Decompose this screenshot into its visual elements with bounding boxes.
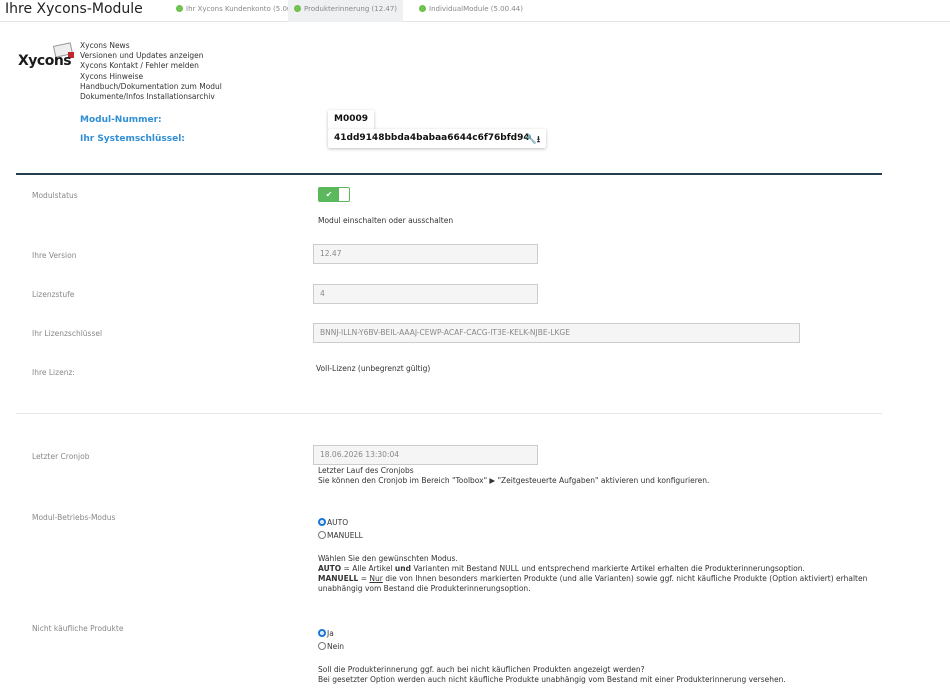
logo-text: Xycons [18,53,72,69]
radio-selected-icon[interactable] [318,629,326,637]
mode-option-manual-label: MANUELL [327,531,363,540]
mode-help-manual: MANUELL = Nur die von Ihnen besonders ma… [318,574,867,584]
module-number-label: Modul-Nummer: [80,115,162,125]
non-buyable-option-nein[interactable]: Nein [318,642,344,651]
auto-bold: und [394,564,411,573]
non-buyable-help-line2: Bei gesetzter Option werden auch nicht k… [318,675,786,684]
link-manual[interactable]: Handbuch/Dokumentation zum Modul [80,82,222,92]
version-label: Ihre Version [32,251,77,260]
version-field: 12.47 [313,244,538,264]
system-key-text: 41dd9148bbda4babaa6644c6f76bfd94 [334,133,530,143]
license-key-field: BNNJ-ILLN-Y6BV-BEIL-AAAJ-CEWP-ACAF-CACG-… [313,323,800,343]
tab-individualmodule[interactable]: IndividualModule (5.00.44) [413,0,529,22]
module-links: Xycons News Versionen und Updates anzeig… [80,41,222,102]
cron-hint: Letzter Lauf des Cronjobs Sie können den… [318,466,709,486]
link-contact[interactable]: Xycons Kontakt / Fehler melden [80,61,222,71]
mode-help: Wählen Sie den gewünschten Modus. AUTO =… [318,554,867,594]
page-title: Ihre Xycons-Module [5,1,143,17]
module-number-text: M0009 [334,114,369,124]
manual-text-b: die von Ihnen besonders markierten Produ… [382,574,868,583]
auto-text-b: Varianten mit Bestand NULL und entsprech… [410,564,805,573]
mode-option-auto[interactable]: AUTO [318,518,348,527]
status-dot-icon [419,5,426,12]
radio-unselected-icon[interactable] [318,531,326,539]
radio-selected-icon[interactable] [318,518,326,526]
tab-produkterinnerung[interactable]: Produkterinnerung (12.47) [288,0,404,22]
section-divider-light [16,413,882,414]
system-key-label: Ihr Systemschlüssel: [80,134,185,144]
module-number-value: M0009 [328,110,375,130]
link-news[interactable]: Xycons News [80,41,222,51]
download-icon[interactable]: ⭳ [537,135,540,145]
module-status-toggle[interactable]: ✔ [318,187,350,202]
status-label: Modulstatus [32,191,78,200]
manual-underline: Nur [369,574,383,583]
cron-field: 18.06.2026 13:30:04 [313,445,538,465]
mode-label: Modul-Betriebs-Modus [32,513,116,522]
manual-key: MANUELL [318,574,359,583]
non-buyable-help-line1: Soll die Produkterinnerung ggf. auch bei… [318,665,645,674]
status-dot-icon [176,5,183,12]
mode-option-manual[interactable]: MANUELL [318,531,363,540]
link-versions[interactable]: Versionen und Updates anzeigen [80,51,222,61]
non-buyable-option-ja-label: Ja [327,629,334,638]
non-buyable-option-nein-label: Nein [327,642,345,651]
radio-unselected-icon[interactable] [318,642,326,650]
wrench-icon[interactable]: 🔧 [526,135,537,145]
status-dot-icon [294,5,301,12]
mode-help-manual-cont: unabhängig vom Bestand die Produkterinne… [318,584,531,593]
non-buyable-label: Nicht käufliche Produkte [32,624,124,633]
license-value: Voll-Lizenz (unbegrenzt gültig) [316,364,431,373]
section-divider [16,173,882,175]
link-archive[interactable]: Dokumente/Infos Installationsarchiv [80,92,222,102]
cron-label: Letzter Cronjob [32,452,90,461]
link-hints[interactable]: Xycons Hinweise [80,72,222,82]
tab-label: IndividualModule (5.00.44) [429,5,523,13]
cron-hint-line2: Sie können den Cronjob im Bereich "Toolb… [318,476,710,485]
non-buyable-help: Soll die Produkterinnerung ggf. auch bei… [318,665,786,685]
auto-key: AUTO [318,564,342,573]
key-actions: 🔧⭳ [526,132,540,148]
xycons-logo: Xycons [18,42,76,72]
status-hint: Modul einschalten oder ausschalten [318,216,454,225]
manual-text-a: = [358,574,370,583]
license-level-label: Lizenzstufe [32,290,75,299]
mode-help-intro: Wählen Sie den gewünschten Modus. [318,554,458,563]
tab-label: Produkterinnerung (12.47) [304,5,398,13]
license-level-field: 4 [313,284,538,304]
license-label: Ihre Lizenz: [32,368,75,377]
license-key-label: Ihr Lizenzschlüssel [32,329,103,338]
non-buyable-option-ja[interactable]: Ja [318,629,334,638]
mode-option-auto-label: AUTO [327,518,349,527]
mode-help-auto: AUTO = Alle Artikel und Varianten mit Be… [318,564,867,574]
system-key-value: 41dd9148bbda4babaa6644c6f76bfd94 🔧⭳ [328,129,546,148]
auto-text-a: = Alle Artikel [341,564,395,573]
cron-hint-line1: Letzter Lauf des Cronjobs [318,466,414,475]
check-icon: ✔ [319,188,339,201]
header: Ihre Xycons-Module Ihr Xycons Kundenkont… [0,0,950,22]
